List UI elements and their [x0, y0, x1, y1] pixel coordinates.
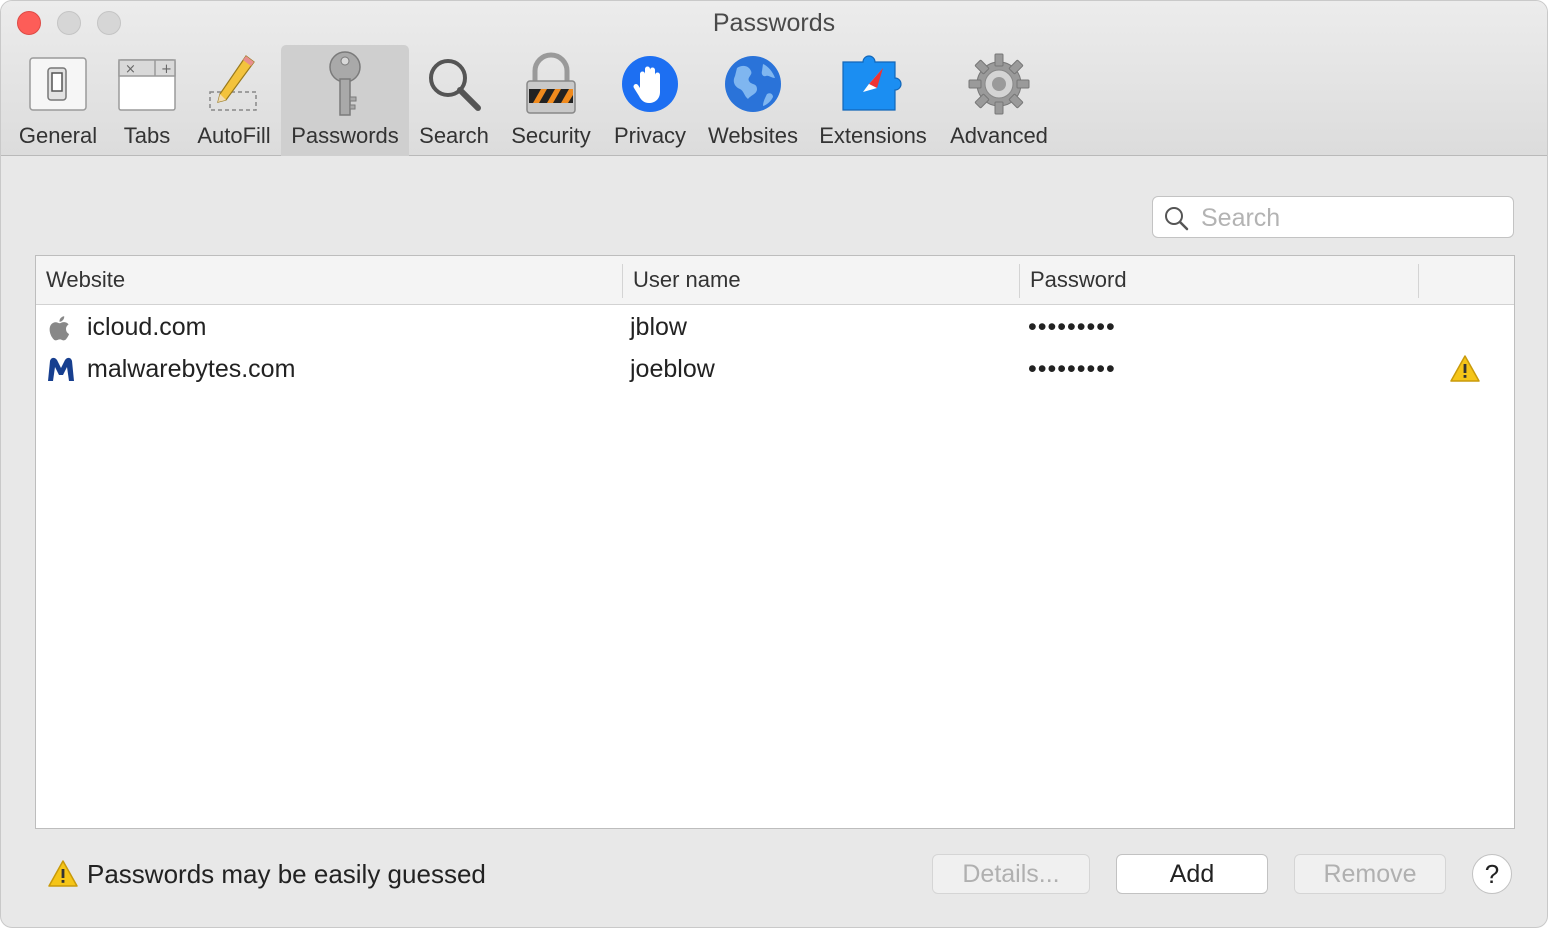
tab-tabs[interactable]: × + Tabs	[109, 45, 185, 156]
padlock-icon	[516, 49, 586, 119]
search-input[interactable]	[1199, 200, 1503, 236]
tab-tabs-label: Tabs	[123, 123, 171, 148]
password-cell: •••••••••	[1028, 313, 1116, 341]
magnifier-icon	[419, 49, 489, 119]
malwarebytes-icon	[48, 357, 74, 381]
tab-websites[interactable]: Websites	[701, 45, 805, 156]
tab-general-label: General	[18, 123, 98, 148]
preferences-window: Passwords General × + Tabs AutoFill Pass…	[0, 0, 1548, 928]
tab-general[interactable]: General	[7, 45, 109, 156]
tab-passwords[interactable]: Passwords	[281, 45, 409, 156]
passwords-table[interactable]: Website User name Password icloud.com jb…	[35, 255, 1515, 829]
weak-password-warning: Passwords may be easily guessed	[87, 859, 486, 889]
puzzle-icon	[838, 49, 908, 119]
remove-button[interactable]: Remove	[1294, 854, 1446, 894]
tab-advanced[interactable]: Advanced	[941, 45, 1057, 156]
warning-icon	[48, 860, 78, 887]
tab-autofill[interactable]: AutoFill	[189, 45, 279, 156]
tab-search-label: Search	[419, 123, 489, 148]
help-button[interactable]: ?	[1472, 854, 1512, 894]
tab-security-label: Security	[511, 123, 591, 148]
svg-text:×: ×	[125, 62, 136, 77]
apple-icon	[49, 316, 70, 341]
website-cell: malwarebytes.com	[87, 355, 296, 383]
key-icon	[310, 49, 380, 119]
pencil-icon	[199, 49, 269, 119]
search-icon	[1165, 207, 1189, 231]
gear-icon	[964, 49, 1034, 119]
tab-advanced-label: Advanced	[950, 123, 1048, 148]
username-cell: jblow	[630, 313, 687, 341]
tab-privacy-label: Privacy	[613, 123, 687, 148]
username-cell: joeblow	[630, 355, 715, 383]
tab-passwords-label: Passwords	[291, 123, 399, 148]
website-cell: icloud.com	[87, 313, 207, 341]
column-header-website[interactable]: Website	[36, 256, 622, 304]
column-header-password[interactable]: Password	[1020, 256, 1418, 304]
tab-autofill-label: AutoFill	[197, 123, 271, 148]
warning-icon[interactable]	[1449, 354, 1481, 384]
tab-extensions[interactable]: Extensions	[811, 45, 935, 156]
tab-search[interactable]: Search	[413, 45, 495, 156]
password-cell: •••••••••	[1028, 355, 1116, 383]
globe-icon	[718, 49, 788, 119]
window-title: Passwords	[712, 9, 836, 37]
tab-privacy[interactable]: Privacy	[605, 45, 695, 156]
switch-icon	[23, 49, 93, 119]
tab-extensions-label: Extensions	[819, 123, 927, 148]
tabs-icon: × +	[112, 49, 182, 119]
preferences-toolbar: General × + Tabs AutoFill Passwords Sear…	[1, 45, 1547, 156]
svg-text:+: +	[161, 62, 172, 77]
table-row[interactable]: malwarebytes.com joeblow •••••••••	[36, 348, 1514, 390]
table-header: Website User name Password	[36, 256, 1514, 305]
table-row[interactable]: icloud.com jblow •••••••••	[36, 306, 1514, 348]
details-button[interactable]: Details...	[932, 854, 1090, 894]
column-header-username[interactable]: User name	[623, 256, 1019, 304]
column-header-warning[interactable]	[1419, 256, 1509, 304]
tab-security[interactable]: Security	[501, 45, 601, 156]
add-button[interactable]: Add	[1116, 854, 1268, 894]
search-field[interactable]	[1152, 196, 1514, 238]
tab-websites-label: Websites	[707, 123, 799, 148]
title-bar: Passwords General × + Tabs AutoFill Pass…	[1, 1, 1547, 156]
hand-icon	[615, 49, 685, 119]
